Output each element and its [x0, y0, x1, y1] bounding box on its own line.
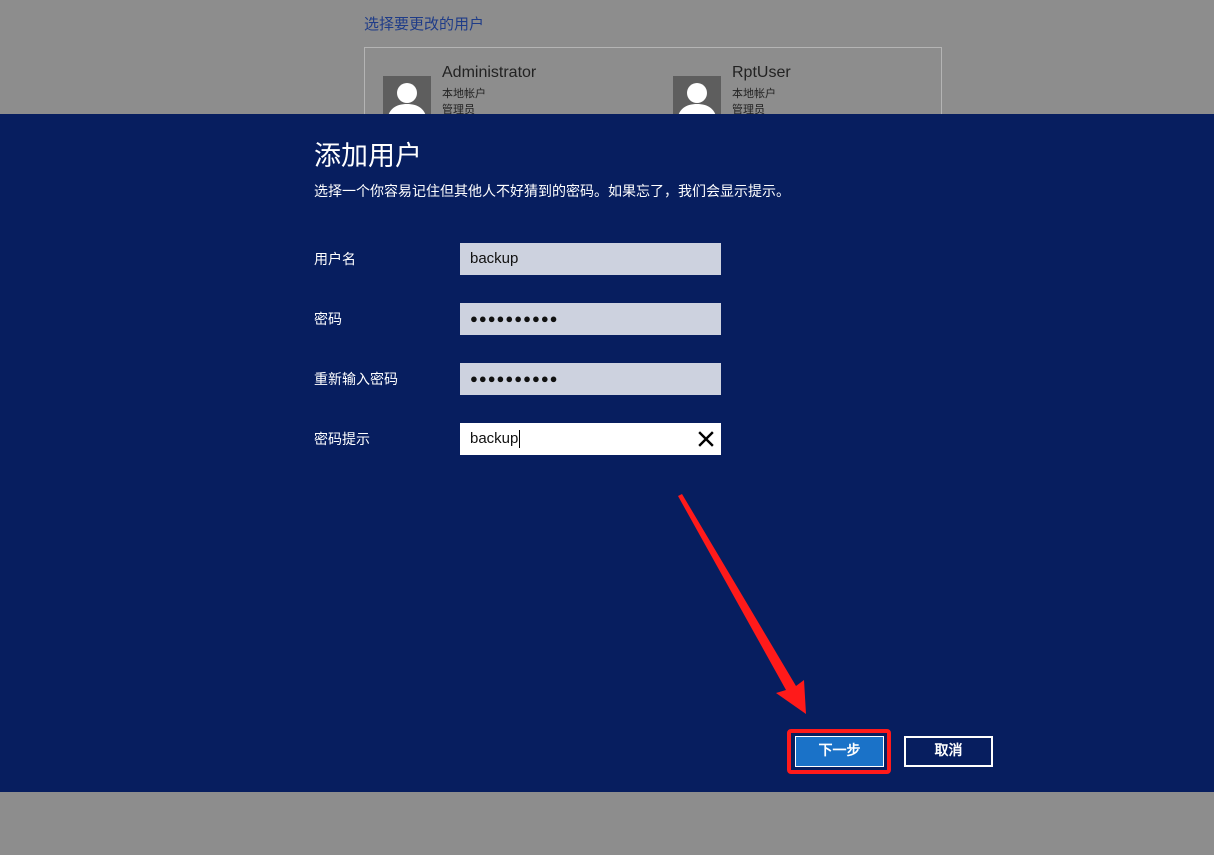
password-label: 密码 [314, 312, 342, 328]
password-hint-value: backup [470, 430, 519, 447]
user-account-type: 本地帐户 [732, 87, 776, 100]
user-account-type: 本地帐户 [442, 87, 486, 100]
next-button[interactable]: 下一步 [795, 736, 884, 767]
confirm-password-input[interactable]: ●●●●●●●●●● [460, 363, 721, 395]
confirm-password-label: 重新输入密码 [314, 372, 398, 388]
user-name: Administrator [442, 64, 537, 81]
add-user-dialog: 添加用户 选择一个你容易记住但其他人不好猜到的密码。如果忘了，我们会显示提示。 … [0, 114, 1214, 792]
password-hint-label: 密码提示 [314, 432, 370, 448]
confirm-password-value: ●●●●●●●●●● [470, 371, 559, 386]
username-value: backup [470, 250, 519, 267]
text-caret [519, 430, 521, 449]
username-input[interactable]: backup [460, 243, 721, 275]
user-name: RptUser [732, 64, 791, 81]
dialog-subtitle: 选择一个你容易记住但其他人不好猜到的密码。如果忘了，我们会显示提示。 [314, 184, 790, 200]
password-input[interactable]: ●●●●●●●●●● [460, 303, 721, 335]
close-icon[interactable] [697, 430, 715, 448]
password-value: ●●●●●●●●●● [470, 311, 559, 326]
choose-user-heading: 选择要更改的用户 [364, 15, 485, 33]
dialog-title: 添加用户 [314, 141, 422, 172]
cancel-button[interactable]: 取消 [904, 736, 993, 767]
username-label: 用户名 [314, 252, 356, 268]
password-hint-input[interactable]: backup [460, 423, 721, 455]
